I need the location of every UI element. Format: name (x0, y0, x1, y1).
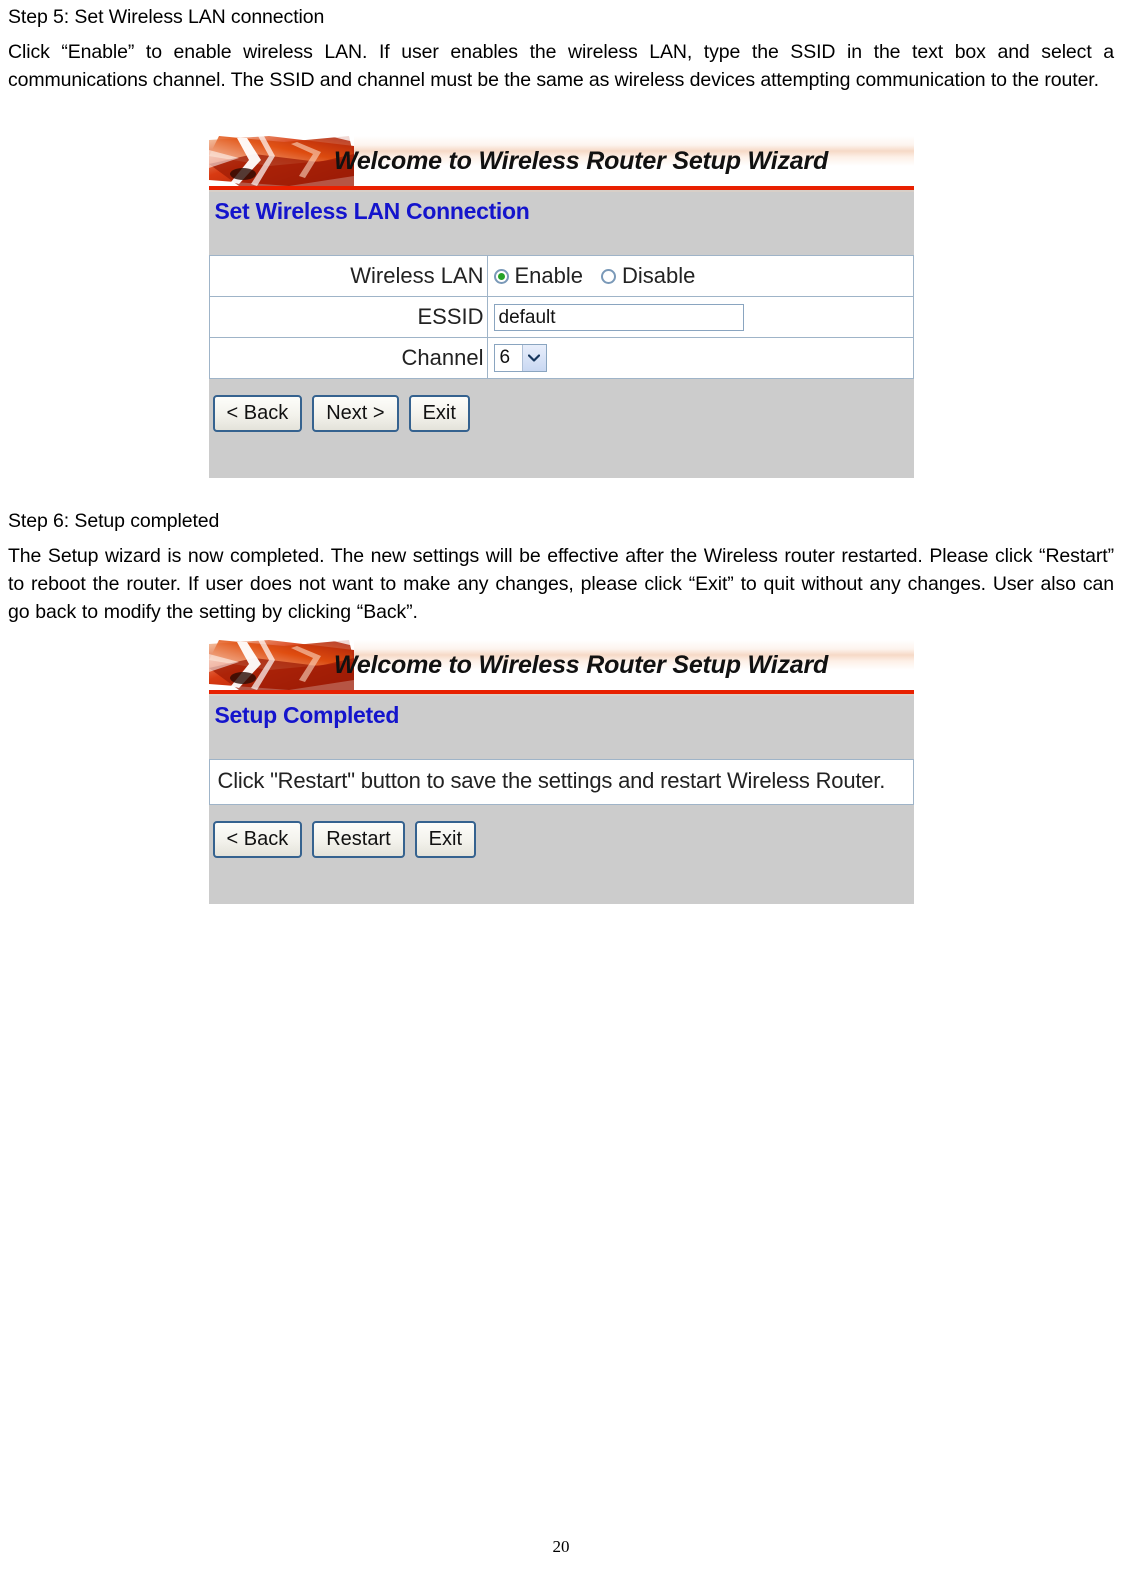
essid-input[interactable] (493, 303, 744, 331)
spacer (208, 739, 914, 759)
step6-heading: Step 6: Setup completed (8, 510, 220, 532)
wireless-lan-radio-group[interactable]: Enable Disable (493, 263, 913, 289)
radio-disable-label: Disable (622, 263, 696, 288)
step6-paragraph: The Setup wizard is now completed. The n… (8, 545, 1114, 623)
wizard-banner-title: Welcome to Wireless Router Setup Wizard (333, 147, 829, 175)
channel-select[interactable]: 6 (493, 344, 547, 373)
essid-label: ESSID (208, 296, 488, 338)
page-title: Setup Completed (208, 696, 914, 739)
wireless-settings-table: Wireless LAN Enable Disable ESSID defaul… (208, 255, 914, 379)
exit-button[interactable]: Exit (408, 395, 470, 432)
back-button[interactable]: < Back (212, 821, 303, 858)
radio-enable-label: Enable (514, 263, 584, 288)
essid-value (486, 296, 914, 338)
setup-completed-wizard-screenshot: Welcome to Wireless Router Setup Wizard … (208, 640, 914, 904)
wireless-lan-value: Enable Disable (486, 255, 914, 297)
radio-unselected-icon[interactable] (601, 268, 617, 284)
panel-bottom-padding (208, 432, 914, 478)
step5-heading: Step 5: Set Wireless LAN connection (8, 6, 325, 28)
spacer (208, 235, 914, 255)
wizard-banner: Welcome to Wireless Router Setup Wizard (208, 640, 914, 690)
next-button[interactable]: Next > (312, 395, 399, 432)
back-button[interactable]: < Back (212, 395, 303, 432)
exit-button[interactable]: Exit (414, 821, 477, 858)
setup-completed-message: Click "Restart" button to save the setti… (208, 759, 914, 805)
table-row: ESSID (208, 296, 914, 338)
radio-selected-icon[interactable] (493, 268, 509, 284)
wireless-lan-wizard-screenshot: Welcome to Wireless Router Setup Wizard … (208, 136, 914, 478)
wizard-banner: Welcome to Wireless Router Setup Wizard (208, 136, 914, 186)
wizard-button-bar: < Back Restart Exit (208, 805, 914, 858)
channel-label: Channel (208, 337, 488, 379)
step5-paragraph: Click “Enable” to enable wireless LAN. I… (8, 41, 1114, 91)
channel-select-value: 6 (499, 347, 511, 369)
wizard-banner-title: Welcome to Wireless Router Setup Wizard (333, 651, 829, 679)
channel-value: 6 (486, 337, 914, 379)
radio-enable[interactable]: Enable (493, 263, 584, 289)
radio-disable[interactable]: Disable (601, 263, 695, 289)
restart-button[interactable]: Restart (312, 821, 405, 858)
manual-page: Step 5: Set Wireless LAN connection Clic… (0, 2, 1122, 1569)
chevron-down-icon[interactable] (521, 345, 546, 372)
wireless-lan-label: Wireless LAN (208, 255, 488, 297)
page-number: 20 (552, 1537, 570, 1556)
table-row: Wireless LAN Enable Disable (208, 255, 914, 297)
wizard-button-bar: < Back Next > Exit (208, 379, 914, 432)
panel-bottom-padding (208, 858, 914, 904)
table-row: Channel 6 (208, 337, 914, 379)
page-title: Set Wireless LAN Connection (208, 192, 914, 235)
